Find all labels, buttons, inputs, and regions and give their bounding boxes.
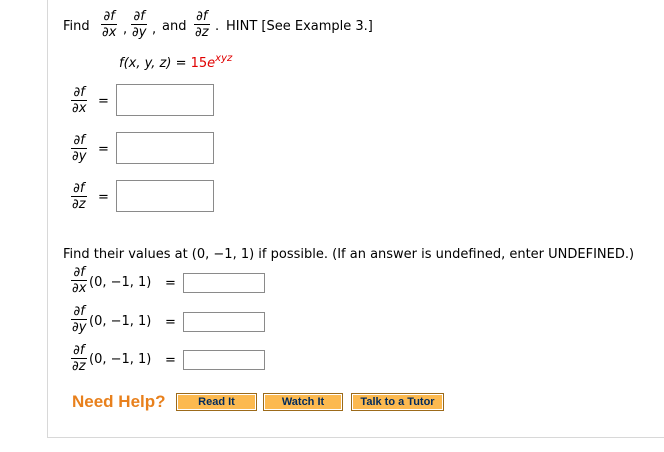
equals-sign: = [165,276,176,291]
df-dz-answer-input[interactable] [116,180,214,212]
watch-it-button[interactable]: Watch It [263,393,343,411]
equals-sign: = [165,315,176,330]
function-base: e [207,56,216,71]
hint-link[interactable]: HINT [See Example 3.] [226,19,373,34]
df-dx-answer-input[interactable] [116,84,214,116]
period: . [215,19,220,34]
df-dy-fraction: ∂f ∂y [131,9,148,40]
equals-sign: = [98,94,109,109]
answer-df-dy-label: ∂f ∂y [71,133,88,164]
need-help-label: Need Help? [72,392,166,411]
eval-point: (0, −1, 1) [89,314,152,329]
answer-df-dx-label: ∂f ∂x [71,85,88,116]
eval-df-dy-input[interactable] [183,312,265,332]
df-dy-answer-input[interactable] [116,132,214,164]
eval-df-dy-label: ∂f ∂y [71,304,88,335]
comma: , [123,22,128,37]
talk-to-tutor-button[interactable]: Talk to a Tutor [351,393,444,411]
equals-sign: = [165,353,176,368]
function-exponent: xyz [215,53,233,64]
eval-point: (0, −1, 1) [89,352,152,367]
function-definition: f(x, y, z) = 15exyz [119,53,233,71]
df-dz-fraction: ∂f ∂z [194,9,210,40]
eval-df-dx-label: ∂f ∂x [71,265,88,296]
function-coefficient: 15 [190,56,208,71]
find-label: Find [63,19,90,34]
eval-df-dz-input[interactable] [183,350,265,370]
eval-point: (0, −1, 1) [89,275,152,290]
read-it-button[interactable]: Read It [176,393,257,411]
equals-sign: = [98,190,109,205]
answer-df-dz-label: ∂f ∂z [71,181,87,212]
equals-sign: = [98,142,109,157]
df-dx-fraction: ∂f ∂x [101,9,118,40]
eval-df-dx-input[interactable] [183,273,265,293]
and-label: and [162,19,187,34]
evaluate-instruction: Find their values at (0, −1, 1) if possi… [63,247,635,262]
comma: , [152,22,157,37]
eval-df-dz-label: ∂f ∂z [71,343,87,374]
